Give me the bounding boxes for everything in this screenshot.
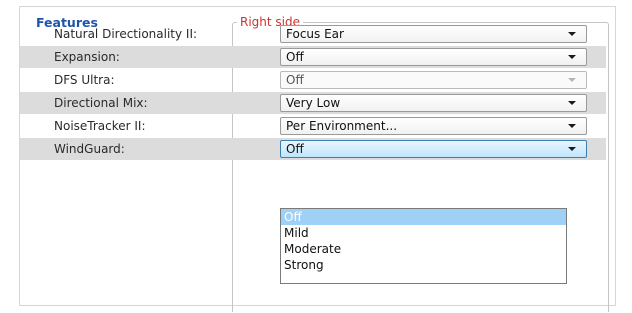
dropdown-value: Per Environment... bbox=[286, 119, 398, 133]
dropdown-option-mild[interactable]: Mild bbox=[281, 225, 566, 241]
setting-row-noisetracker: NoiseTracker II: Per Environment... bbox=[20, 115, 606, 137]
setting-label: DFS Ultra: bbox=[54, 73, 115, 87]
setting-label: Directional Mix: bbox=[54, 96, 148, 110]
dropdown-value: Very Low bbox=[286, 96, 341, 110]
dropdown-value: Off bbox=[286, 50, 304, 64]
dropdown-value: Off bbox=[286, 142, 304, 156]
setting-label: NoiseTracker II: bbox=[54, 119, 146, 133]
dropdown-value: Focus Ear bbox=[286, 27, 344, 41]
dropdown-option-moderate[interactable]: Moderate bbox=[281, 241, 566, 257]
windguard-options-list: Off Mild Moderate Strong bbox=[280, 208, 567, 284]
setting-row-dfs-ultra: DFS Ultra: Off bbox=[20, 69, 606, 91]
dfs-ultra-dropdown: Off bbox=[280, 71, 587, 89]
chevron-down-icon bbox=[568, 32, 576, 36]
setting-label: WindGuard: bbox=[54, 142, 125, 156]
noisetracker-dropdown[interactable]: Per Environment... bbox=[280, 117, 587, 135]
setting-row-expansion: Expansion: Off bbox=[20, 46, 606, 68]
chevron-down-icon bbox=[568, 101, 576, 105]
natural-directionality-dropdown[interactable]: Focus Ear bbox=[280, 25, 587, 43]
dropdown-value: Off bbox=[286, 73, 304, 87]
setting-row-natural-directionality: Natural Directionality II: Focus Ear bbox=[20, 23, 606, 45]
dropdown-option-strong[interactable]: Strong bbox=[281, 257, 566, 273]
windguard-dropdown[interactable]: Off bbox=[280, 140, 587, 158]
setting-row-directional-mix: Directional Mix: Very Low bbox=[20, 92, 606, 114]
directional-mix-dropdown[interactable]: Very Low bbox=[280, 94, 587, 112]
chevron-down-icon bbox=[568, 147, 576, 151]
setting-row-windguard: WindGuard: Off bbox=[20, 138, 606, 160]
chevron-down-icon bbox=[568, 124, 576, 128]
expansion-dropdown[interactable]: Off bbox=[280, 48, 587, 66]
setting-label: Natural Directionality II: bbox=[54, 27, 198, 41]
chevron-down-icon bbox=[568, 55, 576, 59]
chevron-down-icon bbox=[568, 78, 576, 82]
setting-label: Expansion: bbox=[54, 50, 120, 64]
dropdown-option-off[interactable]: Off bbox=[281, 209, 566, 225]
